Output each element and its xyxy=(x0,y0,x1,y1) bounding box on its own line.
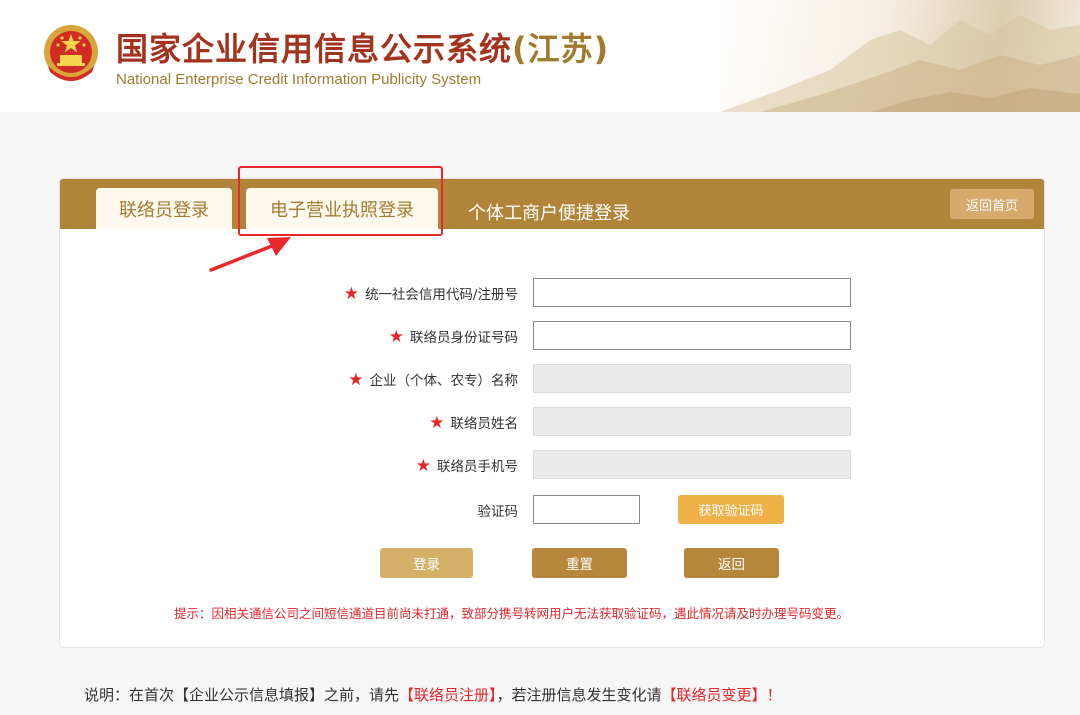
tab-bar: 联络员登录 电子营业执照登录 个体工商户便捷登录 返回首页 xyxy=(60,179,1044,229)
field-label-liaison-name: ★ 联络员姓名 xyxy=(429,412,518,433)
liaison-change-link[interactable]: 【联络员变更】 xyxy=(662,686,767,704)
site-title-province: (江苏) xyxy=(512,30,610,68)
field-label-text: 统一社会信用代码/注册号 xyxy=(364,287,518,303)
field-label-text: 联络员手机号 xyxy=(437,459,518,475)
back-home-button[interactable]: 返回首页 xyxy=(950,189,1034,219)
login-button[interactable]: 登录 xyxy=(380,548,473,578)
site-header: 国家企业信用信息公示系统(江苏) National Enterprise Cre… xyxy=(0,0,1080,112)
field-label-liaison-phone: ★ 联络员手机号 xyxy=(416,455,518,476)
credit-code-input[interactable] xyxy=(533,278,851,307)
instruction-note: 说明：在首次【企业公示信息填报】之前，请先【联络员注册】，若注册信息发生变化请【… xyxy=(84,684,782,705)
field-label-id-number: ★ 联络员身份证号码 xyxy=(389,326,518,347)
field-label-captcha: 验证码 xyxy=(477,504,519,520)
liaison-register-link[interactable]: 【联络员注册】 xyxy=(399,686,497,704)
required-star-icon: ★ xyxy=(348,370,364,390)
tab-liaison-login[interactable]: 联络员登录 xyxy=(96,188,232,229)
site-title-main: 国家企业信用信息公示系统 xyxy=(116,30,513,68)
note-suffix: ！ xyxy=(766,686,782,704)
sms-tip-text: 提示：因相关通信公司之间短信通道目前尚未打通，致部分携号转网用户无法获取验证码，… xyxy=(174,606,850,621)
note-prefix: 说明：在首次【企业公示信息填报】之前，请先 xyxy=(84,686,400,704)
required-star-icon: ★ xyxy=(429,413,445,433)
required-star-icon: ★ xyxy=(343,284,359,304)
field-label-credit-code: ★ 统一社会信用代码/注册号 xyxy=(344,283,518,304)
tab-individual-quick-login[interactable]: 个体工商户便捷登录 xyxy=(468,199,630,229)
annotation-highlight-box xyxy=(238,166,443,236)
field-label-text: 联络员身份证号码 xyxy=(410,330,518,346)
liaison-phone-input xyxy=(533,450,851,479)
mountain-banner-image xyxy=(720,0,1080,112)
get-captcha-button[interactable]: 获取验证码 xyxy=(678,495,784,524)
field-label-text: 企业（个体、农专）名称 xyxy=(369,373,519,389)
field-label-enterprise-name: ★ 企业（个体、农专）名称 xyxy=(348,369,518,390)
required-star-icon: ★ xyxy=(415,456,431,476)
note-middle: ，若注册信息发生变化请 xyxy=(496,686,662,704)
national-emblem-icon xyxy=(44,25,98,81)
site-subtitle: National Enterprise Credit Information P… xyxy=(116,71,482,88)
liaison-name-input xyxy=(533,407,851,436)
back-button[interactable]: 返回 xyxy=(684,548,779,578)
enterprise-name-input xyxy=(533,364,851,393)
field-label-text: 联络员姓名 xyxy=(450,416,519,432)
site-title: 国家企业信用信息公示系统(江苏) xyxy=(116,24,609,70)
annotation-arrow-icon xyxy=(209,237,291,272)
id-number-input[interactable] xyxy=(533,321,851,350)
reset-button[interactable]: 重置 xyxy=(532,548,627,578)
captcha-input[interactable] xyxy=(533,495,640,524)
required-star-icon: ★ xyxy=(388,327,404,347)
